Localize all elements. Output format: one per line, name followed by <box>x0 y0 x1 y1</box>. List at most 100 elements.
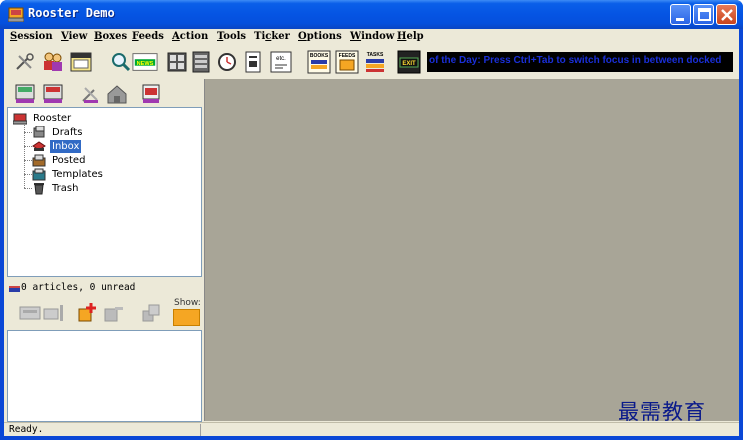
calendar-button[interactable] <box>68 49 94 75</box>
tree-item-label: Templates <box>52 169 103 180</box>
minimize-button[interactable] <box>670 4 691 25</box>
menu-bar: Session View Boxes Feeds Action Tools Ti… <box>4 29 739 47</box>
copy-article-button[interactable] <box>139 299 165 325</box>
menu-options[interactable]: Options <box>298 31 342 42</box>
print-icon <box>142 84 160 103</box>
tree-item-label: Rooster <box>33 113 72 124</box>
client-area: Session View Boxes Feeds Action Tools Ti… <box>4 29 739 436</box>
maximize-button[interactable] <box>693 4 714 25</box>
home-button[interactable] <box>104 81 130 107</box>
etc-icon: etc. <box>270 51 292 73</box>
grid-icon <box>167 52 187 72</box>
window-title: Rooster Demo <box>28 6 115 20</box>
clock-icon <box>218 53 236 71</box>
ticker-text: of the Day: Press Ctrl+Tab to switch foc… <box>429 55 722 66</box>
folder-tree[interactable]: Rooster Drafts Inbox Posted Templates Tr… <box>7 107 202 277</box>
users-icon <box>44 52 62 71</box>
remove-icon <box>104 307 123 322</box>
trash-icon <box>34 183 44 195</box>
article-move-icon <box>43 305 63 321</box>
print-button[interactable] <box>138 81 164 107</box>
notes-icon <box>245 51 261 73</box>
tasks-button[interactable]: TASKS <box>362 49 388 75</box>
remove-article-button[interactable] <box>101 299 127 325</box>
maximize-icon <box>698 8 711 21</box>
article-view-button[interactable] <box>17 299 43 325</box>
posted-icon <box>32 154 46 167</box>
tree-item-label: Drafts <box>52 127 83 138</box>
watermark-text: 最需教育 <box>618 400 706 424</box>
tree-item-label: Inbox <box>50 140 82 153</box>
menu-help[interactable]: Help <box>397 31 424 42</box>
minimize-icon <box>676 18 684 21</box>
new-message-icon <box>15 84 35 103</box>
search-button[interactable] <box>108 49 134 75</box>
articles-summary-text: 0 articles, 0 unread <box>21 282 136 293</box>
menu-view[interactable]: View <box>61 31 87 42</box>
tools-small-button[interactable] <box>78 81 104 107</box>
reply-button[interactable] <box>40 81 66 107</box>
books-icon: BOOKS <box>307 50 331 74</box>
article-view-icon <box>19 306 41 320</box>
add-icon <box>78 303 96 322</box>
svg-text:NEWS: NEWS <box>137 61 154 67</box>
clock-button[interactable] <box>214 49 240 75</box>
feeds-button[interactable]: FEEDS <box>334 49 360 75</box>
document-grid-icon <box>192 51 210 73</box>
svg-text:BOOKS: BOOKS <box>310 53 329 59</box>
menu-session[interactable]: Session <box>10 31 53 42</box>
menu-window[interactable]: Window <box>350 31 394 42</box>
menu-ticker[interactable]: Ticker <box>254 31 290 42</box>
drafts-icon <box>33 126 45 138</box>
main-content-area[interactable] <box>204 79 739 421</box>
svg-text:TASKS: TASKS <box>367 52 384 58</box>
tools-icon <box>16 53 34 70</box>
ticker-bar[interactable]: of the Day: Press Ctrl+Tab to switch foc… <box>427 52 733 72</box>
tools-small-icon <box>82 87 98 103</box>
home-icon <box>107 85 127 104</box>
close-icon <box>721 9 733 21</box>
inbox-icon <box>32 141 46 151</box>
menu-tools[interactable]: Tools <box>217 31 246 42</box>
show-color-button[interactable] <box>173 309 200 326</box>
show-label: Show: <box>174 298 201 308</box>
users-button[interactable] <box>40 49 66 75</box>
close-button[interactable] <box>716 4 737 25</box>
svg-text:etc.: etc. <box>276 56 286 62</box>
status-separator <box>200 424 201 436</box>
grid-button[interactable] <box>164 49 190 75</box>
exit-icon: EXIT <box>397 50 421 74</box>
calendar-icon <box>70 52 92 72</box>
copy-icon <box>142 304 160 322</box>
books-button[interactable]: BOOKS <box>306 49 332 75</box>
exit-button[interactable]: EXIT <box>396 49 422 75</box>
news-button[interactable]: NEWS <box>132 49 160 75</box>
templates-icon <box>32 168 46 181</box>
rooster-icon <box>13 113 27 125</box>
etc-button[interactable]: etc. <box>268 49 294 75</box>
menu-boxes[interactable]: Boxes <box>94 31 127 42</box>
article-list[interactable] <box>7 330 202 422</box>
tools-button[interactable] <box>12 49 38 75</box>
title-bar[interactable]: Rooster Demo <box>0 0 743 29</box>
status-text: Ready. <box>9 424 44 435</box>
menu-feeds[interactable]: Feeds <box>132 31 164 42</box>
menu-action[interactable]: Action <box>172 31 208 42</box>
folder-toolbar <box>4 79 204 107</box>
tree-item-label: Trash <box>52 183 79 194</box>
notes-button[interactable] <box>240 49 266 75</box>
svg-text:EXIT: EXIT <box>402 61 416 67</box>
tree-connector <box>24 125 25 188</box>
article-move-button[interactable] <box>41 299 67 325</box>
document-grid-button[interactable] <box>188 49 214 75</box>
add-article-button[interactable] <box>75 299 101 325</box>
tree-item-label: Posted <box>52 155 86 166</box>
new-message-button[interactable] <box>12 81 38 107</box>
news-icon: NEWS <box>132 53 158 71</box>
app-icon <box>8 7 24 22</box>
flag-icon <box>9 286 20 292</box>
search-icon <box>112 53 131 72</box>
articles-summary: 0 articles, 0 unread <box>7 281 202 295</box>
tasks-icon: TASKS <box>366 52 384 72</box>
svg-text:FEEDS: FEEDS <box>339 53 356 59</box>
